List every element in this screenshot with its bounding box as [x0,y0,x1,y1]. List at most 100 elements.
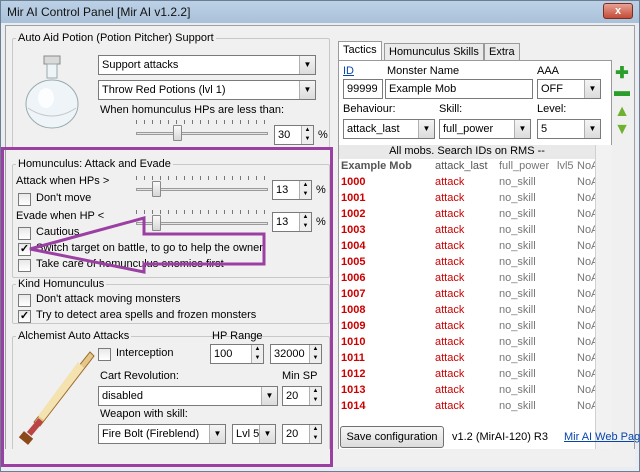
aaa-label: AAA [537,65,560,77]
cart-revolution-select[interactable]: disabled ▼ [98,386,278,406]
id-link[interactable]: ID [343,65,354,77]
monster-name-input[interactable]: Example Mob [385,79,533,99]
add-icon[interactable]: ✚ [614,66,630,82]
mob-row[interactable]: 1008 attack no_skill NoAAA [339,303,595,319]
level-select[interactable]: 5 ▼ [537,119,601,139]
slider-thumb[interactable] [173,125,182,141]
skill-select[interactable]: full_power ▼ [439,119,531,139]
potion-hp-label: When homunculus HPs are less than: [100,104,285,116]
remove-icon[interactable]: ▬ [614,84,630,100]
close-button[interactable]: x [603,3,633,19]
cart-min-sp-input[interactable]: 20 ▲ ▼ [282,386,322,406]
attack-hp-unit: % [316,184,326,196]
mob-skill: no_skill [499,336,536,348]
move-down-icon[interactable]: ▼ [614,122,630,138]
mob-id: 1000 [341,176,366,188]
aaa-value: OFF [541,83,563,95]
evade-hp-input[interactable]: 13 ▲ ▼ [272,212,312,232]
mob-row[interactable]: 1009 attack no_skill NoAAA [339,319,595,335]
mob-row[interactable]: 1004 attack no_skill NoAAA [339,239,595,255]
potion-type-select[interactable]: Throw Red Potions (lvl 1) ▼ [98,80,316,100]
attack-hp-slider[interactable] [136,176,268,200]
dont-attack-moving-label: Don't attack moving monsters [36,293,181,305]
save-configuration-button[interactable]: Save configuration [340,426,444,448]
mob-skill: no_skill [499,256,536,268]
web-page-link[interactable]: Mir AI Web Page [564,431,640,443]
slider-thumb[interactable] [152,181,161,197]
mob-behaviour: attack [435,400,465,412]
potion-mode-select[interactable]: Support attacks ▼ [98,55,316,75]
behaviour-select[interactable]: attack_last ▼ [343,119,435,139]
dont-attack-moving-checkbox[interactable] [18,294,31,307]
mob-row[interactable]: 1012 attack no_skill NoAAA [339,367,595,383]
aaa-select[interactable]: OFF ▼ [537,79,601,99]
mob-list-caption: All mobs. Search IDs on RMS -- [339,145,595,159]
mob-row[interactable]: 1001 attack no_skill NoAAA [339,191,595,207]
kind-legend: Kind Homunculus [16,278,107,290]
weapon-min-sp-input[interactable]: 20 ▲ ▼ [282,424,322,444]
slider-track [136,132,268,135]
chevron-down-icon: ▼ [584,120,600,138]
dont-move-checkbox[interactable] [18,193,31,206]
hp-min-input[interactable]: 100 ▲ ▼ [210,344,264,364]
mob-row[interactable]: 1006 attack no_skill NoAAA [339,271,595,287]
mob-list-scrollbar[interactable] [595,145,612,449]
weapon-min-sp-value: 20 [286,428,299,440]
tab-tactics[interactable]: Tactics [338,41,382,62]
sword-icon [18,351,95,445]
detect-area-checkbox[interactable]: ✓ [18,310,31,323]
potion-hp-input[interactable]: 30 ▲ ▼ [274,125,314,145]
mob-row[interactable]: 1010 attack no_skill NoAAA [339,335,595,351]
hp-max-input[interactable]: 32000 ▲ ▼ [270,344,322,364]
spinner-arrows[interactable]: ▲ ▼ [309,345,321,363]
mob-aaa: NoAAA [577,320,595,332]
mob-skill: no_skill [499,288,536,300]
mob-behaviour: attack [435,368,465,380]
spinner-arrows[interactable]: ▲ ▼ [309,387,321,405]
spinner-arrows[interactable]: ▲ ▼ [299,181,311,199]
mob-behaviour: attack [435,272,465,284]
mob-row[interactable]: 1011 attack no_skill NoAAA [339,351,595,367]
mob-row[interactable]: 1000 attack no_skill NoAAA [339,175,595,191]
move-up-icon[interactable]: ▲ [614,104,630,120]
chevron-down-icon: ▼ [299,56,315,74]
chevron-down-icon: ▼ [209,425,225,443]
dont-move-label: Don't move [36,192,92,204]
chevron-down-icon: ▼ [514,120,530,138]
mob-row[interactable]: 1002 attack no_skill NoAAA [339,207,595,223]
mob-skill: no_skill [499,384,536,396]
mob-row[interactable]: 1005 attack no_skill NoAAA [339,255,595,271]
mob-row[interactable]: 1003 attack no_skill NoAAA [339,223,595,239]
mob-list-header-row[interactable]: Example Mob attack_last full_power lvl5 … [339,159,595,175]
mob-skill: no_skill [499,400,536,412]
interception-checkbox[interactable] [98,348,111,361]
spinner-arrows[interactable]: ▲ ▼ [251,345,263,363]
tab-homunculus-skills[interactable]: Homunculus Skills [384,43,484,61]
id-input[interactable]: 99999 [343,79,383,99]
potion-hp-slider[interactable] [136,120,268,144]
spinner-arrows[interactable]: ▲ ▼ [299,213,311,231]
behaviour-value: attack_last [347,123,400,135]
mob-list[interactable]: Example Mob attack_last full_power lvl5 … [339,159,595,445]
chevron-down-icon: ▼ [418,120,434,138]
mob-row[interactable]: 1007 attack no_skill NoAAA [339,287,595,303]
weapon-level-select[interactable]: Lvl 5 ▼ [232,424,276,444]
spinner-arrows[interactable]: ▲ ▼ [301,126,313,144]
title-bar: Mir AI Control Panel [Mir AI v1.2.2] x [1,1,639,23]
mob-id: 1014 [341,400,366,412]
attack-hp-input[interactable]: 13 ▲ ▼ [272,180,312,200]
spinner-arrows[interactable]: ▲ ▼ [309,425,321,443]
mob-id: 1006 [341,272,366,284]
weapon-skill-select[interactable]: Fire Bolt (Fireblend) ▼ [98,424,226,444]
mob-row[interactable]: 1014 attack no_skill NoAAA [339,399,595,415]
slider-ticks [136,120,268,124]
attack-hp-label: Attack when HPs > [16,175,110,187]
version-label: v1.2 (MirAI-120) R3 [452,431,548,443]
tab-extra[interactable]: Extra [484,43,520,61]
mob-aaa: NoAAA [577,400,595,412]
mob-row[interactable]: 1013 attack no_skill NoAAA [339,383,595,399]
hp-range-label: HP Range [212,330,263,342]
chevron-down-icon: ▼ [584,80,600,98]
mob-id: 1008 [341,304,366,316]
mob-skill: no_skill [499,304,536,316]
